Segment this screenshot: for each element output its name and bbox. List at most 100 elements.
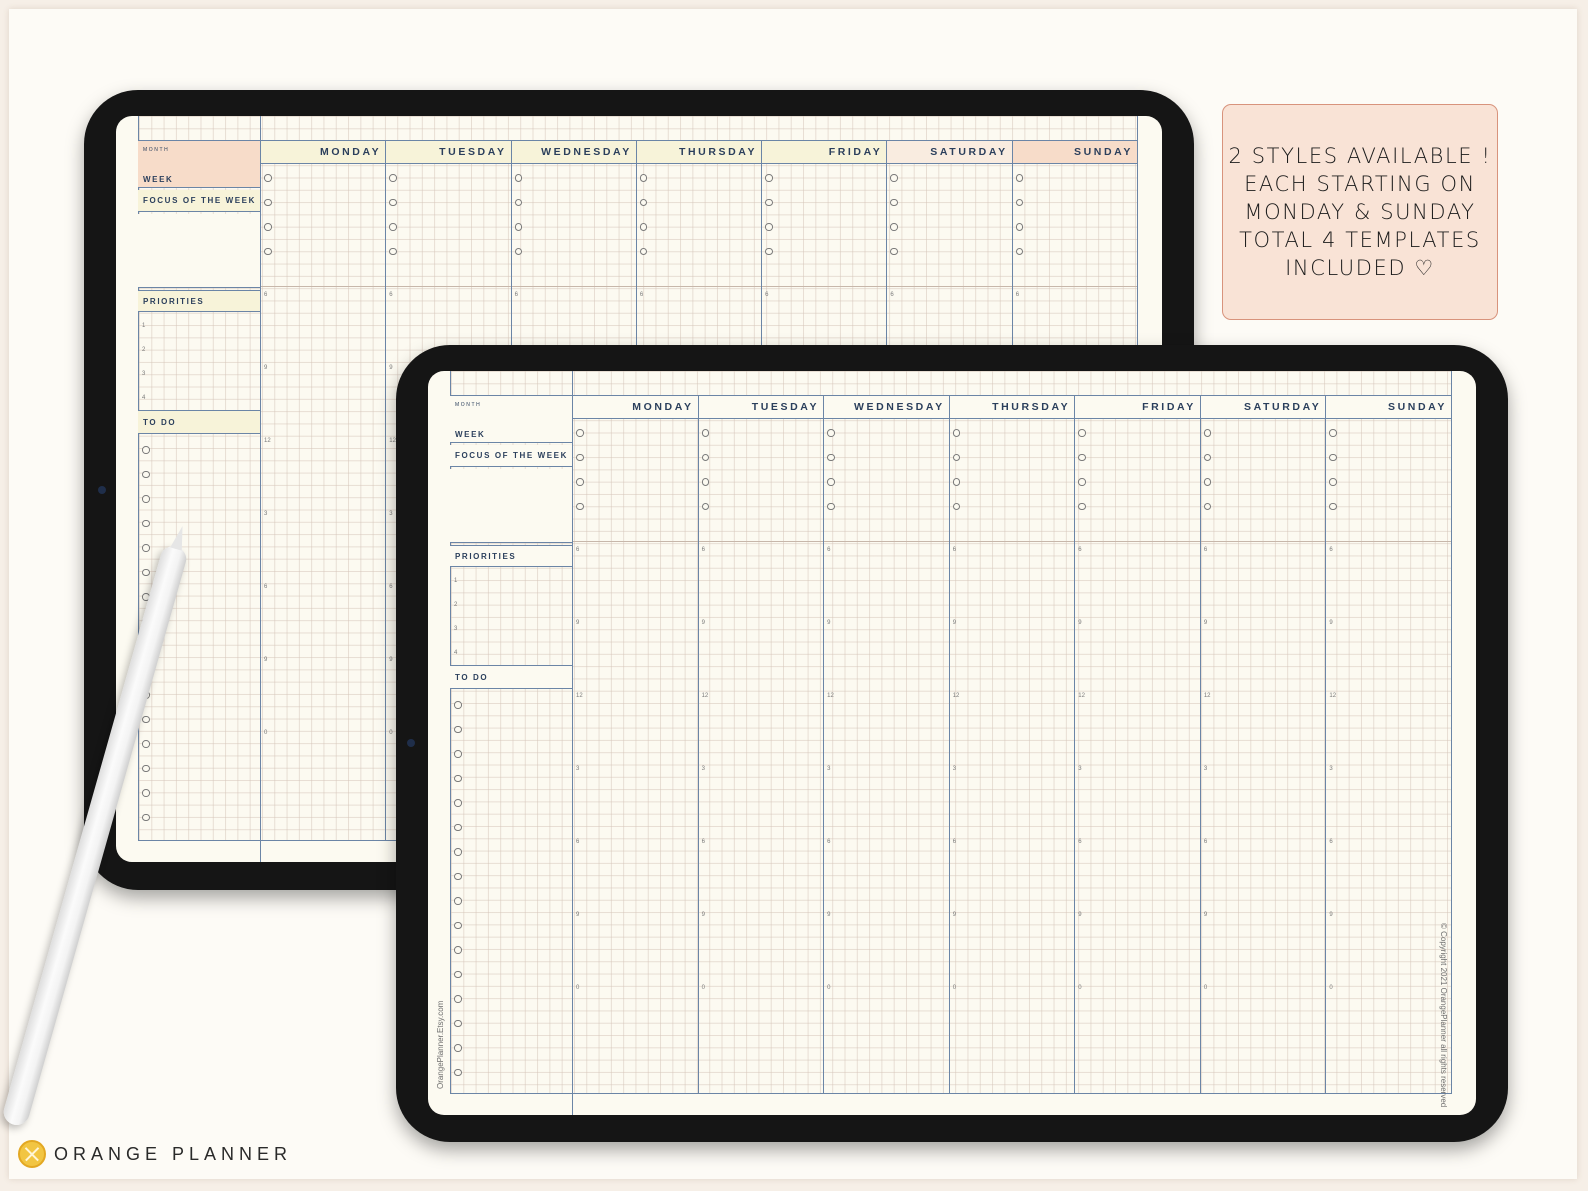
task-checkbox[interactable] — [389, 198, 397, 206]
task-checkbox[interactable] — [701, 478, 710, 486]
task-checkbox[interactable] — [890, 174, 898, 182]
todo-checkbox[interactable] — [142, 495, 150, 503]
todo-checkbox[interactable] — [454, 823, 462, 831]
todo-checkbox[interactable] — [454, 921, 462, 929]
task-checkbox[interactable] — [1329, 478, 1337, 486]
task-checkbox[interactable] — [576, 429, 584, 437]
task-checkbox[interactable] — [1078, 502, 1086, 510]
hour-label: 12 — [827, 693, 834, 699]
task-checkbox[interactable] — [1015, 174, 1024, 182]
task-checkbox[interactable] — [701, 502, 710, 510]
todo-checkbox[interactable] — [142, 715, 150, 723]
todo-checkbox[interactable] — [454, 1019, 462, 1027]
task-checkbox[interactable] — [765, 198, 773, 206]
task-checkbox[interactable] — [765, 223, 773, 231]
task-checkbox[interactable] — [701, 429, 710, 437]
todo-checkbox[interactable] — [454, 897, 462, 905]
task-checkbox[interactable] — [952, 478, 961, 486]
task-checkbox[interactable] — [576, 453, 584, 461]
task-checkbox[interactable] — [1078, 429, 1086, 437]
task-checkbox[interactable] — [389, 247, 397, 255]
task-checkbox[interactable] — [514, 174, 523, 182]
todo-checkbox[interactable] — [142, 789, 150, 797]
day-column[interactable]: 6 9 12 3 6 9 0 — [573, 419, 699, 1093]
focus-of-week-area[interactable] — [450, 469, 572, 543]
todo-checkbox[interactable] — [454, 970, 462, 978]
task-checkbox[interactable] — [514, 223, 523, 231]
day-column[interactable]: 6 9 12 3 6 9 0 — [261, 164, 387, 840]
task-checkbox[interactable] — [1078, 478, 1086, 486]
todo-checkbox[interactable] — [142, 813, 150, 821]
task-checkbox[interactable] — [1203, 478, 1212, 486]
todo-checkbox[interactable] — [142, 568, 150, 576]
focus-of-week-area[interactable] — [138, 214, 260, 288]
task-checkbox[interactable] — [1203, 453, 1212, 461]
task-checkbox[interactable] — [765, 247, 773, 255]
task-checkbox[interactable] — [827, 478, 835, 486]
task-checkbox[interactable] — [890, 223, 898, 231]
task-checkbox[interactable] — [389, 174, 397, 182]
task-checkbox[interactable] — [952, 502, 961, 510]
task-checkbox[interactable] — [514, 198, 523, 206]
task-checkbox[interactable] — [890, 198, 898, 206]
camera-dot — [407, 739, 415, 747]
task-checkbox[interactable] — [701, 453, 710, 461]
task-checkbox[interactable] — [1329, 502, 1337, 510]
task-checkbox[interactable] — [639, 247, 648, 255]
todo-checkbox[interactable] — [142, 519, 150, 527]
task-checkbox[interactable] — [1203, 429, 1212, 437]
task-checkbox[interactable] — [827, 502, 835, 510]
todo-checkbox[interactable] — [142, 470, 150, 478]
day-column[interactable]: 6 9 12 3 6 9 0 — [949, 419, 1076, 1093]
todo-checkbox[interactable] — [454, 750, 462, 758]
task-checkbox[interactable] — [890, 247, 898, 255]
task-checkbox[interactable] — [264, 223, 272, 231]
todo-checkbox[interactable] — [142, 544, 150, 552]
todo-checkbox[interactable] — [454, 946, 462, 954]
todo-checkbox[interactable] — [454, 848, 462, 856]
day-column[interactable]: 6 9 12 3 6 9 0 — [1200, 419, 1327, 1093]
todo-checkbox[interactable] — [454, 1044, 462, 1052]
task-checkbox[interactable] — [1015, 247, 1024, 255]
task-checkbox[interactable] — [639, 198, 648, 206]
todo-checkbox[interactable] — [454, 774, 462, 782]
day-column[interactable]: 6 9 12 3 6 9 0 — [824, 419, 950, 1093]
task-checkbox[interactable] — [1015, 223, 1024, 231]
task-checkbox[interactable] — [952, 429, 961, 437]
week-label: WEEK — [143, 175, 174, 184]
task-checkbox[interactable] — [639, 174, 648, 182]
todo-checkbox[interactable] — [454, 995, 462, 1003]
month-week-block[interactable]: MONTH WEEK — [450, 395, 572, 443]
task-checkbox[interactable] — [1329, 453, 1337, 461]
todo-checkbox[interactable] — [454, 725, 462, 733]
task-checkbox[interactable] — [514, 247, 523, 255]
task-checkbox[interactable] — [827, 453, 835, 461]
priority-number: 2 — [142, 347, 146, 353]
task-checkbox[interactable] — [576, 478, 584, 486]
task-checkbox[interactable] — [827, 429, 835, 437]
month-week-block[interactable]: MONTH WEEK — [138, 140, 260, 188]
task-checkbox[interactable] — [1015, 198, 1024, 206]
task-checkbox[interactable] — [1078, 453, 1086, 461]
day-column[interactable]: 6 9 12 3 6 9 0 — [1075, 419, 1201, 1093]
todo-checkbox[interactable] — [142, 764, 150, 772]
task-checkbox[interactable] — [1203, 502, 1212, 510]
todo-checkbox[interactable] — [142, 740, 150, 748]
task-checkbox[interactable] — [765, 174, 773, 182]
task-checkbox[interactable] — [264, 198, 272, 206]
task-checkbox[interactable] — [389, 223, 397, 231]
task-checkbox[interactable] — [639, 223, 648, 231]
todo-checkbox[interactable] — [454, 799, 462, 807]
day-column[interactable]: 6 9 12 3 6 9 0 — [698, 419, 825, 1093]
task-checkbox[interactable] — [576, 502, 584, 510]
task-checkbox[interactable] — [264, 247, 272, 255]
todo-checkbox[interactable] — [454, 872, 462, 880]
task-checkbox[interactable] — [952, 453, 961, 461]
todo-checkbox[interactable] — [454, 701, 462, 709]
task-checkbox[interactable] — [1329, 429, 1337, 437]
day-column[interactable]: 6 9 12 3 6 9 0 — [1326, 419, 1452, 1093]
todo-checkbox[interactable] — [454, 1068, 462, 1076]
todo-checkbox[interactable] — [142, 446, 150, 454]
hour-label: 6 — [827, 547, 831, 553]
task-checkbox[interactable] — [264, 174, 272, 182]
